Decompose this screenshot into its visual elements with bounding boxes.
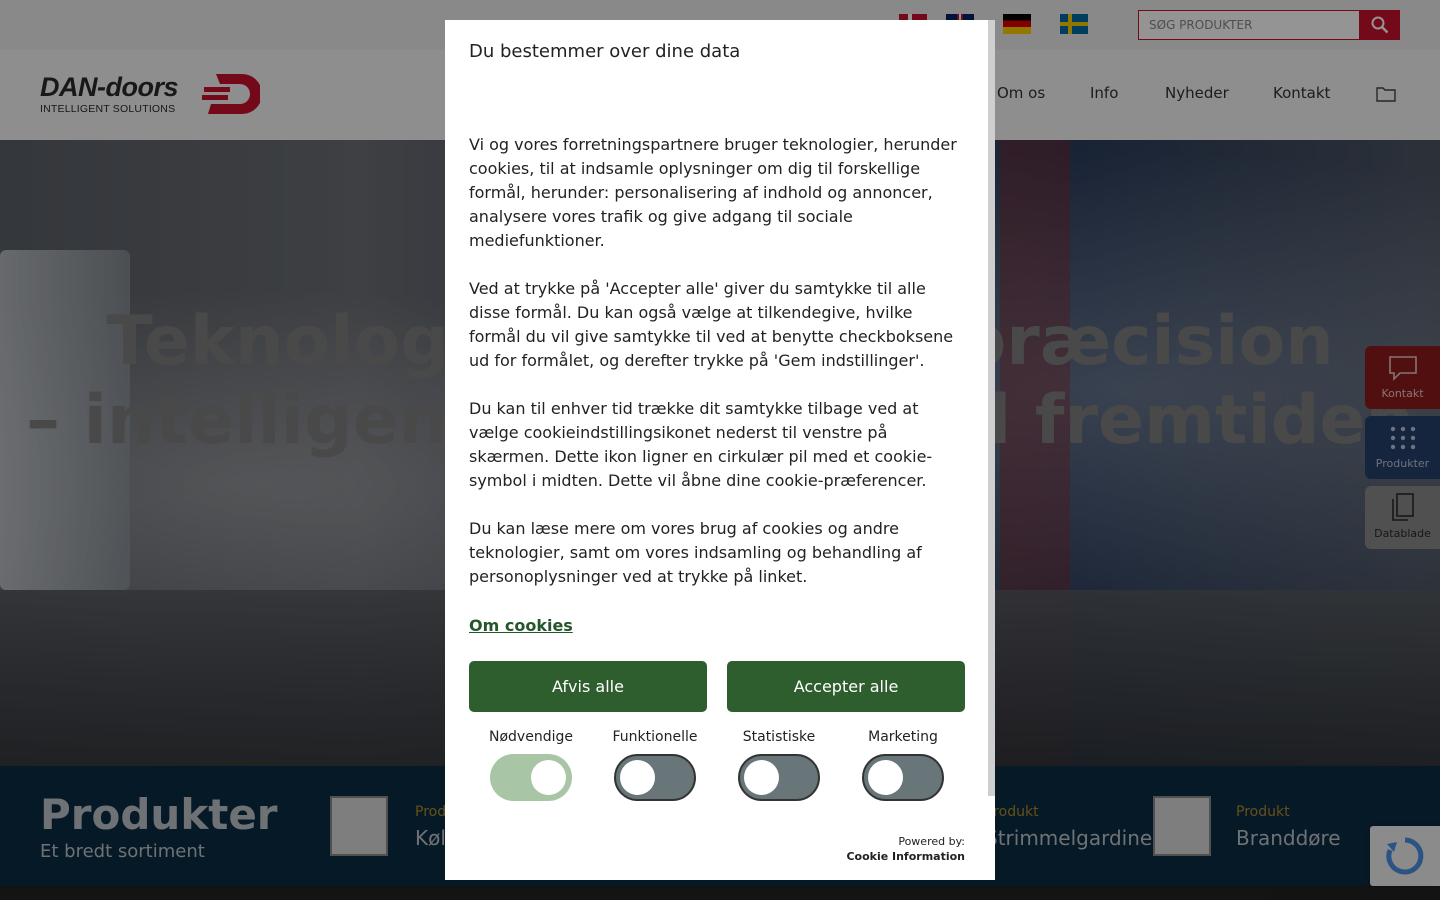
reject-all-button[interactable]: Afvis alle <box>469 661 707 712</box>
consent-label: Nødvendige <box>489 729 573 745</box>
dialog-title: Du bestemmer over dine data <box>469 41 741 62</box>
dialog-paragraph: Du kan læse mere om vores brug af cookie… <box>469 519 922 586</box>
statistics-toggle[interactable] <box>738 754 820 801</box>
consent-label: Marketing <box>868 729 938 745</box>
toggle-knob <box>868 760 903 795</box>
necessary-toggle[interactable] <box>490 754 572 801</box>
marketing-toggle[interactable] <box>862 754 944 801</box>
powered-by: Powered by: Cookie Information <box>846 834 965 864</box>
about-cookies-link[interactable]: Om cookies <box>469 616 573 635</box>
consent-label: Statistiske <box>742 729 816 745</box>
consent-necessary: Nødvendige <box>469 729 593 801</box>
toggle-knob <box>620 760 655 795</box>
consent-functional: Funktionelle <box>593 729 717 801</box>
dialog-body: Vi og vores forretningspartnere bruger t… <box>469 133 969 613</box>
dialog-paragraph: Ved at trykke på 'Accepter alle' giver d… <box>469 279 954 370</box>
dialog-paragraph: Du kan til enhver tid trække dit samtykk… <box>469 399 933 490</box>
consent-marketing: Marketing <box>841 729 965 801</box>
powered-by-brand[interactable]: Cookie Information <box>846 849 965 864</box>
toggle-knob <box>531 760 566 795</box>
consent-statistics: Statistiske <box>717 729 841 801</box>
functional-toggle[interactable] <box>614 754 696 801</box>
toggle-knob <box>744 760 779 795</box>
dialog-scrollbar[interactable] <box>988 20 995 796</box>
cookie-consent-dialog: Du bestemmer over dine data Vi og vores … <box>445 20 995 880</box>
consent-label: Funktionelle <box>612 729 698 745</box>
accept-all-button[interactable]: Accepter alle <box>727 661 965 712</box>
powered-by-label: Powered by: <box>898 835 965 848</box>
dialog-paragraph: Vi og vores forretningspartnere bruger t… <box>469 135 957 250</box>
